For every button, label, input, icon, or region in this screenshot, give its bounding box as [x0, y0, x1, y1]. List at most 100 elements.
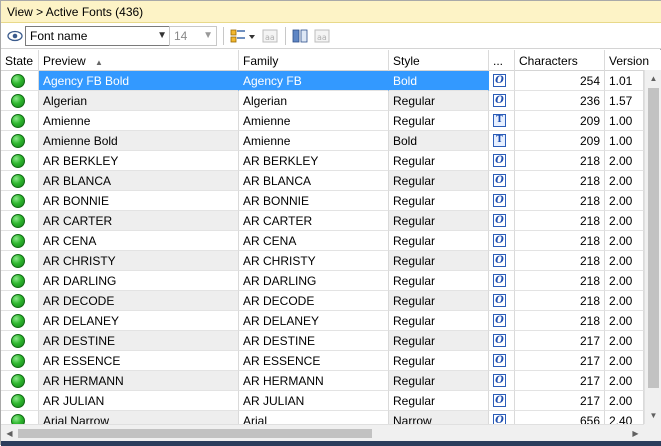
cell-preview: AR JULIAN: [39, 391, 239, 411]
cell-version: 1.01: [605, 71, 644, 91]
column-header-preview[interactable]: Preview ▲: [39, 50, 239, 71]
font-sort-value: Font name: [30, 29, 88, 43]
cell-preview: Agency FB Bold: [39, 71, 239, 91]
breadcrumb-text: View > Active Fonts (436): [7, 5, 144, 19]
cell-family: AR BLANCA: [239, 171, 389, 191]
table-row[interactable]: Amienne Bold Amienne Bold T 209 1.00: [1, 131, 644, 151]
cell-preview: AR DARLING: [39, 271, 239, 291]
table-header: State Preview ▲ Family Style ... Charact…: [1, 50, 661, 71]
scroll-right-icon[interactable]: ▶: [627, 425, 644, 442]
cell-style: Regular: [389, 371, 489, 391]
column-header-style[interactable]: Style: [389, 50, 489, 71]
font-sample-icon[interactable]: aa: [313, 27, 331, 45]
cell-style: Regular: [389, 211, 489, 231]
table-row[interactable]: Arial Narrow Arial Narrow O 656 2.40: [1, 411, 644, 424]
horizontal-scrollbar[interactable]: ◀ ▶: [1, 424, 644, 441]
cell-family: Algerian: [239, 91, 389, 111]
opentype-font-icon: O: [493, 194, 506, 207]
active-status-icon[interactable]: [11, 174, 25, 188]
scroll-up-icon[interactable]: ▲: [645, 70, 661, 87]
eye-icon[interactable]: [7, 28, 23, 44]
active-status-icon[interactable]: [11, 354, 25, 368]
cell-version: 2.00: [605, 211, 644, 231]
active-status-icon[interactable]: [11, 94, 25, 108]
active-status-icon[interactable]: [11, 314, 25, 328]
active-status-icon[interactable]: [11, 254, 25, 268]
scroll-left-icon[interactable]: ◀: [1, 425, 18, 442]
active-status-icon[interactable]: [11, 194, 25, 208]
cell-style: Regular: [389, 91, 489, 111]
cell-type: O: [489, 391, 515, 411]
cell-family: AR CHRISTY: [239, 251, 389, 271]
cell-type: T: [489, 111, 515, 131]
cell-family: Amienne: [239, 131, 389, 151]
cell-characters: 209: [515, 131, 605, 151]
active-status-icon[interactable]: [11, 414, 25, 424]
active-status-icon[interactable]: [11, 154, 25, 168]
cell-style: Bold: [389, 131, 489, 151]
table-row[interactable]: AR CARTER AR CARTER Regular O 218 2.00: [1, 211, 644, 231]
table-row[interactable]: AR BONNIE AR BONNIE Regular O 218 2.00: [1, 191, 644, 211]
cell-type: T: [489, 131, 515, 151]
table-row[interactable]: AR ESSENCE AR ESSENCE Regular O 217 2.00: [1, 351, 644, 371]
active-status-icon[interactable]: [11, 334, 25, 348]
horizontal-scroll-thumb[interactable]: [18, 429, 372, 438]
font-sample-icon[interactable]: aa: [261, 27, 279, 45]
cell-version: 2.00: [605, 171, 644, 191]
cell-family: AR DECODE: [239, 291, 389, 311]
grid-layout-icon[interactable]: [229, 27, 247, 45]
table-row[interactable]: AR CENA AR CENA Regular O 218 2.00: [1, 231, 644, 251]
columns-icon[interactable]: [291, 27, 309, 45]
vertical-scroll-thumb[interactable]: [648, 88, 659, 388]
table-row[interactable]: AR DARLING AR DARLING Regular O 218 2.00: [1, 271, 644, 291]
active-status-icon[interactable]: [11, 274, 25, 288]
table-row[interactable]: AR DESTINE AR DESTINE Regular O 217 2.00: [1, 331, 644, 351]
cell-version: 2.00: [605, 391, 644, 411]
active-status-icon[interactable]: [11, 234, 25, 248]
active-status-icon[interactable]: [11, 114, 25, 128]
font-size-combo[interactable]: 14 ▼: [169, 26, 217, 46]
cell-characters: 218: [515, 171, 605, 191]
table-row[interactable]: AR DELANEY AR DELANEY Regular O 218 2.00: [1, 311, 644, 331]
column-header-family[interactable]: Family: [239, 50, 389, 71]
column-header-type[interactable]: ...: [489, 50, 515, 71]
cell-preview: AR DESTINE: [39, 331, 239, 351]
cell-family: AR CARTER: [239, 211, 389, 231]
cell-characters: 656: [515, 411, 605, 424]
cell-type: O: [489, 291, 515, 311]
font-sort-combo[interactable]: Font name ▼: [25, 26, 171, 46]
table-row[interactable]: Algerian Algerian Regular O 236 1.57: [1, 91, 644, 111]
active-status-icon[interactable]: [11, 214, 25, 228]
table-row[interactable]: AR DECODE AR DECODE Regular O 218 2.00: [1, 291, 644, 311]
active-status-icon[interactable]: [11, 74, 25, 88]
opentype-font-icon: O: [493, 74, 506, 87]
vertical-scrollbar[interactable]: ▲ ▼: [644, 70, 661, 424]
table-row[interactable]: Agency FB Bold Agency FB Bold O 254 1.01: [1, 71, 644, 91]
cell-characters: 218: [515, 311, 605, 331]
cell-family: AR BERKLEY: [239, 151, 389, 171]
cell-family: AR HERMANN: [239, 371, 389, 391]
table-row[interactable]: AR HERMANN AR HERMANN Regular O 217 2.00: [1, 371, 644, 391]
cell-version: 2.00: [605, 191, 644, 211]
cell-style: Regular: [389, 291, 489, 311]
column-header-state[interactable]: State: [1, 50, 39, 71]
column-header-characters[interactable]: Characters: [515, 50, 605, 71]
active-status-icon[interactable]: [11, 374, 25, 388]
active-status-icon[interactable]: [11, 134, 25, 148]
cell-preview: AR ESSENCE: [39, 351, 239, 371]
cell-version: 2.00: [605, 151, 644, 171]
cell-version: 2.40: [605, 411, 644, 424]
table-row[interactable]: Amienne Amienne Regular T 209 1.00: [1, 111, 644, 131]
column-header-version[interactable]: Version: [605, 50, 661, 71]
cell-state: [1, 391, 39, 411]
active-status-icon[interactable]: [11, 294, 25, 308]
table-row[interactable]: AR BERKLEY AR BERKLEY Regular O 218 2.00: [1, 151, 644, 171]
cell-characters: 236: [515, 91, 605, 111]
cell-preview: AR CENA: [39, 231, 239, 251]
table-row[interactable]: AR JULIAN AR JULIAN Regular O 217 2.00: [1, 391, 644, 411]
table-row[interactable]: AR BLANCA AR BLANCA Regular O 218 2.00: [1, 171, 644, 191]
table-row[interactable]: AR CHRISTY AR CHRISTY Regular O 218 2.00: [1, 251, 644, 271]
scroll-down-icon[interactable]: ▼: [645, 407, 661, 424]
active-status-icon[interactable]: [11, 394, 25, 408]
dropdown-arrow-icon[interactable]: [247, 27, 257, 45]
